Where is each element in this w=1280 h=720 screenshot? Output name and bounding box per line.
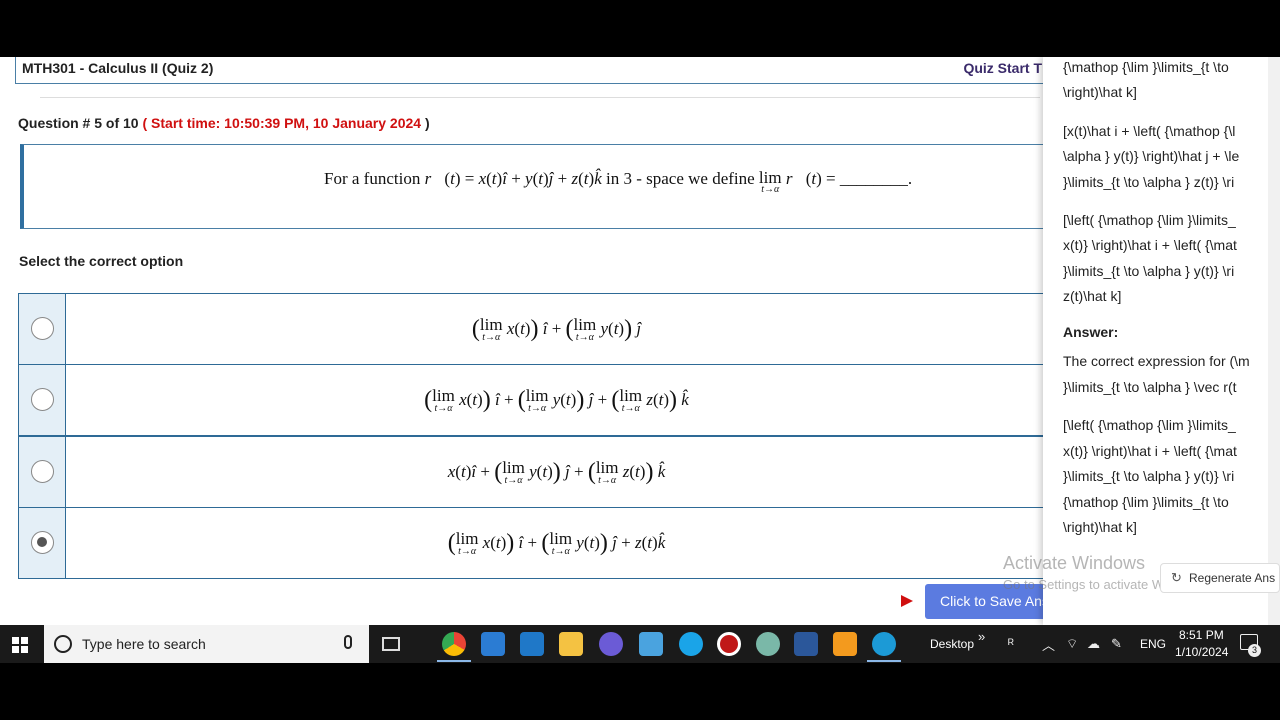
language-indicator[interactable]: ENG [1140, 637, 1166, 651]
option-3[interactable]: x(t) î + (lim t→α y(t)) ĵ + (lim t→α z(t)) … [18, 436, 1048, 508]
option-3-radio-cell[interactable] [19, 437, 66, 507]
option-4-radio-cell[interactable] [19, 508, 66, 578]
edge-icon[interactable] [872, 632, 896, 656]
app-icon[interactable] [639, 632, 663, 656]
paint-icon[interactable] [756, 632, 780, 656]
regenerate-answer-button[interactable]: ↻ Regenerate Ans [1160, 563, 1280, 593]
chevron-up-icon[interactable]: ︿ [1042, 635, 1055, 654]
search-icon [54, 635, 72, 653]
panel-answer-heading: Answer: [1063, 324, 1119, 340]
option-4-formula[interactable]: (lim t→α x(t)) î + (lim t→α y(t)) ĵ + z(t)… [66, 508, 1047, 578]
mail-icon[interactable] [481, 632, 505, 656]
divider [40, 97, 1040, 98]
question-number: Question # 5 of 10 ( Start time: 10:50:3… [18, 115, 430, 131]
quiz-header: MTH301 - Calculus II (Quiz 2) Quiz Start… [15, 57, 1055, 84]
quiz-page: MTH301 - Calculus II (Quiz 2) Quiz Start… [0, 57, 1280, 625]
record-icon[interactable] [717, 632, 741, 656]
question-count: Question # 5 of 10 [18, 115, 139, 131]
skype-icon[interactable] [679, 632, 703, 656]
top-letterbox [0, 0, 1280, 57]
question-start-time: ( Start time: 10:50:39 PM, 10 January 20… [142, 115, 422, 131]
copilot-icon[interactable] [599, 632, 623, 656]
question-text-a: For a function [324, 169, 421, 188]
panel-line: [x(t)\hat i + \left( {\mathop {\l [1063, 123, 1236, 139]
panel-line: }\limits_{t \to \alpha } \vec r(t [1063, 379, 1237, 395]
bottom-letterbox [0, 663, 1280, 720]
question-math-limit: lim t→α [758, 168, 782, 195]
windows-start-icon[interactable] [12, 637, 28, 653]
file-explorer-icon[interactable] [559, 632, 583, 656]
regenerate-label: Regenerate Ans [1189, 571, 1276, 585]
select-option-label: Select the correct option [19, 253, 184, 269]
option-1-formula[interactable]: (lim t→α x(t)) î + (lim t→α y(t)) ĵ [66, 294, 1047, 364]
ai-answer-panel: {\mathop {\lim }\limits_{t \to \right)\h… [1043, 57, 1280, 625]
panel-line: x(t)} \right)\hat i + \left( {\mat [1063, 443, 1237, 459]
option-3-formula[interactable]: x(t) î + (lim t→α y(t)) ĵ + (lim t→α z(t)) … [66, 437, 1047, 507]
panel-line: [\left( {\mathop {\lim }\limits_ [1063, 417, 1236, 433]
edge-active-indicator [867, 660, 901, 662]
panel-line: \right)\hat k] [1063, 84, 1137, 100]
microphone-icon[interactable] [344, 635, 352, 649]
question-box: For a function r⃗(t) = x(t)î + y(t)ĵ + z… [20, 144, 1050, 229]
app-icon[interactable] [833, 632, 857, 656]
question-blank: ________. [839, 169, 913, 188]
panel-line: }\limits_{t \to \alpha } z(t)} \ri [1063, 174, 1235, 190]
arrow-right-icon [901, 595, 913, 607]
windows-taskbar: Type here to search Desktop » ᴿ ︿ ⌔ ☁ ✎ … [0, 625, 1280, 663]
chevron-right-icon[interactable]: » [978, 629, 985, 644]
option-1[interactable]: (lim t→α x(t)) î + (lim t→α y(t)) ĵ [18, 293, 1048, 365]
store-icon[interactable] [520, 632, 544, 656]
network-icon[interactable]: ⌔ [1066, 636, 1078, 652]
option-2[interactable]: (lim t→α x(t)) î + (lim t→α y(t)) ĵ + (lim… [18, 364, 1048, 436]
task-view-icon[interactable] [382, 637, 400, 651]
cloud-icon[interactable]: ☁ [1087, 636, 1100, 652]
option-4[interactable]: (lim t→α x(t)) î + (lim t→α y(t)) ĵ + z(t)… [18, 507, 1048, 579]
clock-time[interactable]: 8:51 PM [1179, 628, 1224, 642]
option-2-radio-cell[interactable] [19, 365, 66, 435]
chrome-active-indicator [437, 660, 471, 662]
option-2-radio[interactable] [31, 388, 54, 411]
option-2-formula[interactable]: (lim t→α x(t)) î + (lim t→α y(t)) ĵ + (lim… [66, 365, 1047, 435]
refresh-icon: ↻ [1171, 570, 1182, 585]
panel-line: }\limits_{t \to \alpha } y(t)} \ri [1063, 263, 1235, 279]
panel-line: {\mathop {\lim }\limits_{t \to [1063, 59, 1229, 75]
option-3-radio[interactable] [31, 460, 54, 483]
question-text-b: in 3 - space we define [605, 169, 755, 188]
panel-line: The correct expression for (\m [1063, 353, 1250, 369]
clock-date[interactable]: 1/10/2024 [1175, 645, 1228, 659]
pen-icon[interactable]: ✎ [1111, 636, 1122, 652]
panel-line: }\limits_{t \to \alpha } y(t)} \ri [1063, 468, 1235, 484]
panel-line: x(t)} \right)\hat i + \left( {\mat [1063, 237, 1237, 253]
quiz-title: MTH301 - Calculus II (Quiz 2) [22, 60, 214, 76]
panel-scrollbar[interactable] [1268, 57, 1280, 625]
option-4-radio-selected[interactable] [31, 531, 54, 554]
question-math-rt: r⃗(t) = [785, 169, 836, 188]
panel-line: [\left( {\mathop {\lim }\limits_ [1063, 212, 1236, 228]
taskbar-search-placeholder: Type here to search [82, 636, 206, 652]
panel-line: {\mathop {\lim }\limits_{t \to [1063, 494, 1229, 510]
question-text: For a function r⃗(t) = x(t)î + y(t)ĵ + z… [324, 168, 913, 195]
word-icon[interactable] [794, 632, 818, 656]
taskbar-search-box[interactable]: Type here to search [44, 625, 369, 663]
panel-line: \right)\hat k] [1063, 519, 1137, 535]
panel-line: \alpha } y(t)} \right)\hat j + \le [1063, 148, 1240, 164]
question-math-function: r⃗(t) = x(t)î + y(t)ĵ + z(t)k̂ [424, 169, 602, 188]
desktop-toolbar-label[interactable]: Desktop [930, 637, 974, 651]
option-1-radio-cell[interactable] [19, 294, 66, 364]
quiz-start-label: Quiz Start T [963, 60, 1042, 76]
panel-line: z(t)\hat k] [1063, 288, 1122, 304]
notification-count: 3 [1248, 644, 1261, 657]
activate-windows-title: Activate Windows [1003, 553, 1146, 573]
chrome-icon[interactable] [442, 632, 466, 656]
question-close-paren: ) [421, 115, 430, 131]
option-1-radio[interactable] [31, 317, 54, 340]
people-icon[interactable]: ᴿ [1008, 636, 1014, 651]
